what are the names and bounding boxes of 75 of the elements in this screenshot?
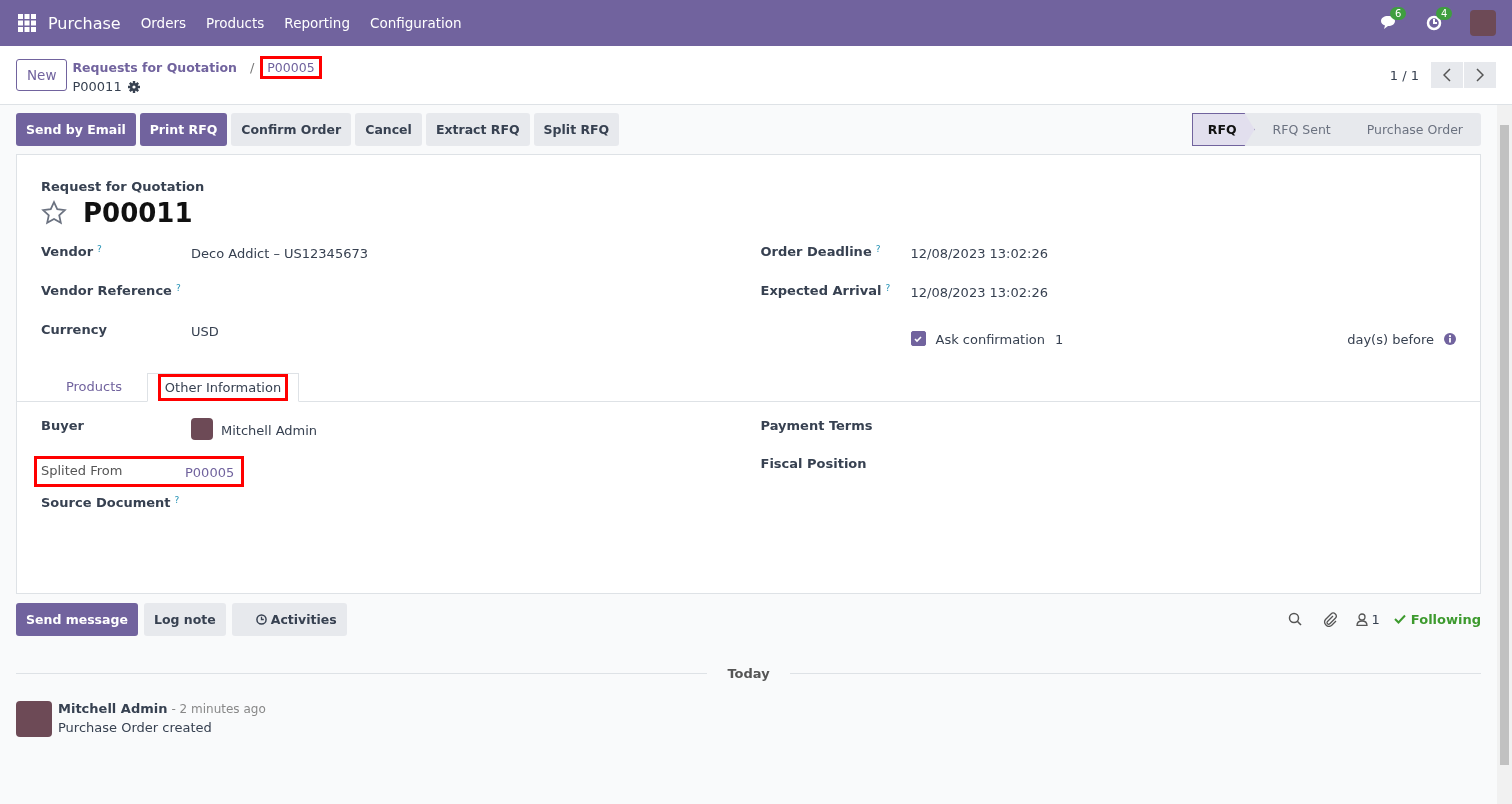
field-label: Vendor Reference xyxy=(41,283,172,298)
new-button[interactable]: New xyxy=(16,59,68,91)
field-label: Currency xyxy=(41,322,107,337)
help-tooltip-mark[interactable]: ? xyxy=(875,244,881,259)
search-icon[interactable] xyxy=(1287,612,1302,626)
days-field[interactable]: 1 xyxy=(1055,330,1338,347)
field-value[interactable]: USD xyxy=(191,322,219,339)
breadcrumb-separator: / xyxy=(249,60,255,75)
field-value[interactable]: Deco Addict – US12345673 xyxy=(191,244,368,261)
checkbox-label: Ask confirmation xyxy=(935,331,1045,347)
menu-item[interactable]: Products xyxy=(206,15,265,31)
person-icon xyxy=(1355,612,1368,626)
clock-icon[interactable] xyxy=(1426,15,1442,31)
field-label: Vendor xyxy=(41,244,94,259)
record-link[interactable]: P00005 xyxy=(185,463,235,480)
field-label: Buyer xyxy=(41,418,84,433)
menu-item[interactable]: Configuration xyxy=(370,15,462,31)
chevron-right-icon xyxy=(1476,68,1484,82)
menu-item[interactable]: Reporting xyxy=(284,15,350,31)
breadcrumb-link[interactable]: Requests for Quotation xyxy=(72,56,244,79)
field-label: Fiscal Position xyxy=(760,456,867,471)
checkbox[interactable] xyxy=(910,331,926,346)
status-stage[interactable]: RFQ xyxy=(1191,113,1255,146)
chevron-left-icon xyxy=(1443,68,1451,82)
notebook-tab[interactable]: Other Information xyxy=(147,373,299,402)
days-suffix: day(s) before xyxy=(1347,331,1434,347)
help-tooltip-mark[interactable]: ? xyxy=(175,283,181,298)
action-button[interactable]: Confirm Order xyxy=(231,113,352,146)
field-label: Expected Arrival xyxy=(760,283,882,298)
user-avatar xyxy=(191,418,213,440)
field-value[interactable]: Mitchell Admin xyxy=(221,420,318,438)
help-tooltip-mark[interactable]: ? xyxy=(885,283,891,298)
date-separator: Today xyxy=(727,666,770,681)
breadcrumb-link[interactable]: P00005 xyxy=(260,56,322,79)
field-value[interactable]: 12/08/2023 13:02:26 xyxy=(910,283,1048,300)
app-name[interactable]: Purchase xyxy=(48,13,121,33)
followers-button[interactable]: 1 xyxy=(1355,611,1380,627)
chatter-button[interactable]: Activities xyxy=(231,602,347,636)
action-button[interactable]: Cancel xyxy=(355,113,422,146)
author-avatar xyxy=(16,701,52,737)
message-author[interactable]: Mitchell Admin xyxy=(58,701,168,716)
check-icon xyxy=(1393,614,1406,624)
record-name: P00011 xyxy=(72,79,122,94)
action-button[interactable]: Send by Email xyxy=(16,113,136,146)
field-label: Order Deadline xyxy=(760,244,872,259)
field-value[interactable]: 12/08/2023 13:02:26 xyxy=(910,244,1048,261)
form-subtitle: Request for Quotation xyxy=(40,179,206,194)
info-icon[interactable] xyxy=(1444,332,1456,345)
message-count-badge: 6 xyxy=(1390,7,1407,20)
checkmark-icon xyxy=(913,333,923,344)
action-button[interactable]: Split RFQ xyxy=(533,113,620,146)
app-grid-icon[interactable] xyxy=(18,14,36,32)
chat-icon[interactable] xyxy=(1380,15,1398,31)
following-button[interactable]: Following xyxy=(1393,611,1481,627)
menu-item[interactable]: Orders xyxy=(140,15,187,31)
field-label: Source Document xyxy=(41,495,171,510)
chatter-button[interactable]: Log note xyxy=(143,602,226,636)
notebook-tab[interactable]: Products xyxy=(41,373,147,401)
scrollbar[interactable] xyxy=(1497,105,1512,804)
action-button[interactable]: Extract RFQ xyxy=(425,113,530,146)
chatter-button[interactable]: Send message xyxy=(16,602,138,636)
pager-value: 1 / 1 xyxy=(1389,67,1419,83)
field-label: Payment Terms xyxy=(760,418,873,433)
action-button[interactable]: Print RFQ xyxy=(139,113,228,146)
gear-icon[interactable] xyxy=(127,80,140,93)
help-tooltip-mark[interactable]: ? xyxy=(174,495,180,510)
clock-icon xyxy=(255,613,267,625)
message-body: Purchase Order created xyxy=(58,720,213,735)
field-label: Splited From xyxy=(41,463,123,478)
help-tooltip-mark[interactable]: ? xyxy=(97,244,102,259)
record-title: P00011 xyxy=(83,198,193,228)
activity-count-badge: 4 xyxy=(1436,7,1453,20)
star-icon[interactable] xyxy=(41,200,67,226)
paperclip-icon[interactable] xyxy=(1321,611,1338,627)
message-time: - 2 minutes ago xyxy=(171,702,266,716)
